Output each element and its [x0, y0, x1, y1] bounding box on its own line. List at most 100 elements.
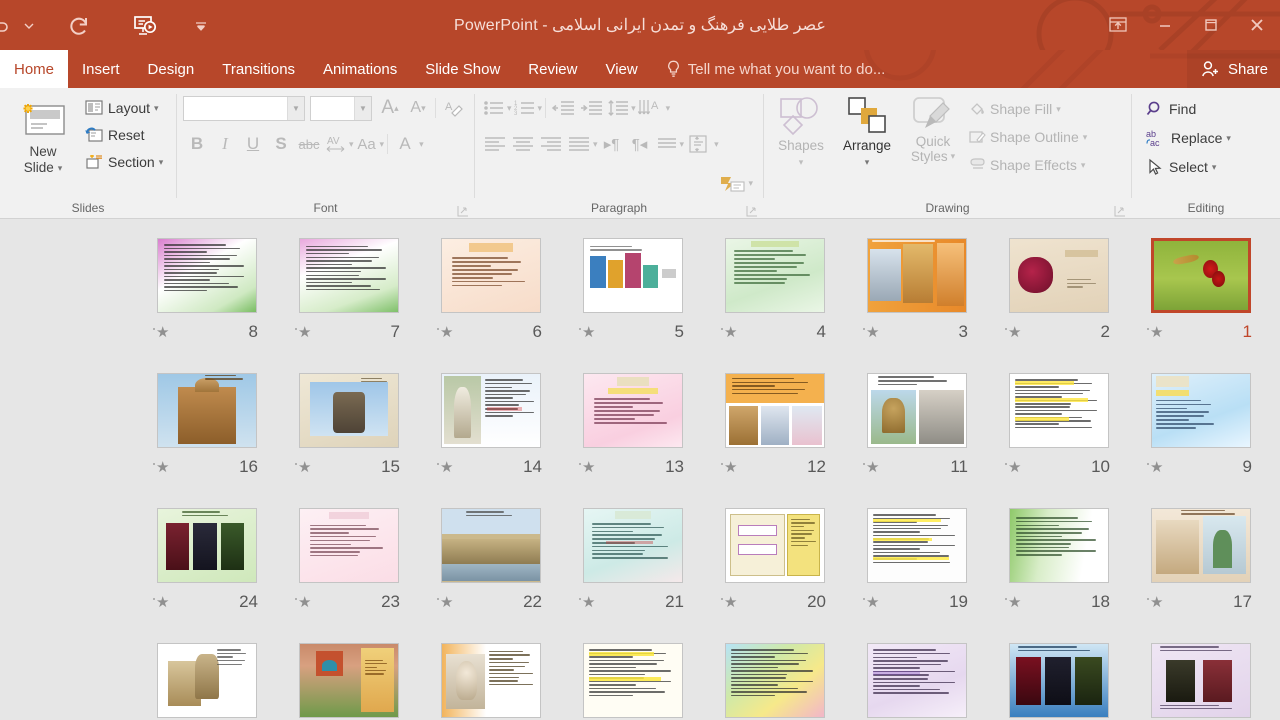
slide-preview[interactable] — [157, 237, 257, 313]
slide-preview[interactable] — [867, 507, 967, 583]
tab-transitions[interactable]: Transitions — [208, 50, 309, 88]
tab-review[interactable]: Review — [514, 50, 591, 88]
slide-preview[interactable] — [1151, 237, 1251, 313]
slide-thumbnail-29[interactable]: ★29 — [562, 636, 704, 719]
share-button[interactable]: Share — [1186, 50, 1280, 88]
animation-star-icon[interactable]: ★ — [578, 460, 595, 475]
slide-preview[interactable] — [1151, 642, 1251, 718]
slide-preview[interactable] — [1151, 372, 1251, 448]
animation-star-icon[interactable]: ★ — [1146, 460, 1163, 475]
select-caret-icon[interactable]: ▾ — [1212, 162, 1217, 173]
slide-thumbnail-11[interactable]: ★ 11 — [846, 366, 988, 501]
animation-star-icon[interactable]: ★ — [578, 595, 595, 610]
paragraph-dialog-launcher-icon[interactable] — [746, 205, 758, 217]
tab-animations[interactable]: Animations — [309, 50, 411, 88]
slide-thumbnail-5[interactable]: ★ 5 — [562, 231, 704, 366]
arrange-caret-icon[interactable]: ▾ — [865, 154, 870, 170]
slide-preview[interactable] — [583, 237, 683, 313]
slide-preview[interactable] — [299, 237, 399, 313]
animation-star-icon[interactable]: ★ — [720, 325, 737, 340]
slide-preview[interactable] — [725, 507, 825, 583]
slide-preview[interactable] — [725, 642, 825, 718]
restore-button[interactable] — [1188, 0, 1234, 50]
close-button[interactable] — [1234, 0, 1280, 50]
rtl-text-direction-button[interactable]: ¶◂ — [626, 130, 654, 158]
numbering-caret-icon[interactable]: ▾ — [538, 103, 543, 114]
align-text-caret-icon[interactable]: ▾ — [714, 139, 719, 150]
justify-button[interactable] — [565, 130, 593, 158]
slide-thumbnail-27[interactable]: ★27 — [846, 636, 988, 719]
change-case-button[interactable]: Aa — [354, 130, 380, 158]
slide-thumbnail-13[interactable]: ★ 13 — [562, 366, 704, 501]
numbering-button[interactable]: 123 — [512, 94, 538, 122]
slide-preview[interactable] — [867, 372, 967, 448]
replace-caret-icon[interactable]: ▾ — [1226, 133, 1231, 144]
slide-preview[interactable] — [441, 507, 541, 583]
tab-slide-show[interactable]: Slide Show — [411, 50, 514, 88]
animation-star-icon[interactable]: ★ — [720, 595, 737, 610]
slide-thumbnail-26[interactable]: ★26 — [988, 636, 1130, 719]
slide-thumbnail-20[interactable]: ★ 20 — [704, 501, 846, 636]
shape-outline-caret-icon[interactable]: ▾ — [1083, 132, 1088, 143]
align-center-button[interactable] — [509, 130, 537, 158]
font-name-caret-icon[interactable]: ▼ — [287, 96, 304, 120]
animation-star-icon[interactable]: ★ — [152, 595, 169, 610]
section-caret-icon[interactable]: ▾ — [159, 157, 164, 168]
slide-thumbnail-17[interactable]: ★ 17 — [1130, 501, 1272, 636]
slide-preview[interactable] — [583, 642, 683, 718]
ribbon-display-options-icon[interactable] — [1094, 0, 1142, 50]
slide-preview[interactable] — [299, 507, 399, 583]
align-right-button[interactable] — [537, 130, 565, 158]
animation-star-icon[interactable]: ★ — [152, 460, 169, 475]
slide-preview[interactable] — [157, 372, 257, 448]
animation-star-icon[interactable]: ★ — [294, 595, 311, 610]
decrease-font-size-button[interactable]: A ▾ — [404, 94, 432, 122]
window-controls[interactable] — [1094, 0, 1280, 50]
slide-preview[interactable] — [1151, 507, 1251, 583]
shapes-button[interactable]: Shapes ▾ — [770, 92, 832, 170]
slide-sorter-pane[interactable]: ★ 1 ★ 2 ★ 3 ★ 4 ★ 5 ★ 6 ★ 7 ★ 8 ★ 9 ★ 10 ★ 11 ★ 12 ★ 13 ★ 14 ★ 15 ★ 16 ★… — [0, 219, 1280, 719]
slide-thumbnail-22[interactable]: ★ 22 — [420, 501, 562, 636]
tab-design[interactable]: Design — [134, 50, 209, 88]
slide-thumbnail-16[interactable]: ★ 16 — [136, 366, 278, 501]
slide-thumbnail-7[interactable]: ★ 7 — [278, 231, 420, 366]
tab-insert[interactable]: Insert — [68, 50, 134, 88]
slide-preview[interactable] — [867, 237, 967, 313]
qat-overflow-caret-icon[interactable] — [18, 9, 40, 43]
arrange-button[interactable]: Arrange ▾ — [832, 92, 902, 170]
slide-preview[interactable] — [157, 642, 257, 718]
shape-effects-caret-icon[interactable]: ▾ — [1081, 160, 1086, 171]
slide-preview[interactable] — [441, 237, 541, 313]
increase-font-size-button[interactable]: A ▴ — [376, 94, 404, 122]
qat-customize-icon[interactable] — [190, 9, 212, 43]
animation-star-icon[interactable]: ★ — [436, 325, 453, 340]
quick-access-toolbar[interactable] — [0, 0, 212, 50]
section-button[interactable]: Section ▾ — [80, 149, 167, 175]
redo-icon[interactable] — [62, 9, 96, 43]
shape-fill-caret-icon[interactable]: ▾ — [1056, 104, 1061, 115]
bullets-button[interactable] — [481, 94, 507, 122]
animation-star-icon[interactable]: ★ — [1004, 325, 1021, 340]
align-text-button[interactable] — [684, 130, 714, 158]
animation-star-icon[interactable]: ★ — [294, 325, 311, 340]
slide-preview[interactable] — [1009, 372, 1109, 448]
slide-thumbnail-14[interactable]: ★ 14 — [420, 366, 562, 501]
animation-star-icon[interactable]: ★ — [1146, 325, 1163, 340]
reset-button[interactable]: Reset — [80, 122, 167, 148]
slide-thumbnail-28[interactable]: ★28 — [704, 636, 846, 719]
slide-preview[interactable] — [1009, 507, 1109, 583]
replace-button[interactable]: ab ac Replace ▾ — [1142, 125, 1235, 151]
animation-star-icon[interactable]: ★ — [152, 325, 169, 340]
font-size-combo[interactable]: ▼ — [310, 95, 372, 121]
slide-thumbnail-12[interactable]: ★ 12 — [704, 366, 846, 501]
slide-preview[interactable] — [157, 507, 257, 583]
slide-thumbnail-3[interactable]: ★ 3 — [846, 231, 988, 366]
slide-preview[interactable] — [725, 237, 825, 313]
find-button[interactable]: Find — [1142, 96, 1235, 122]
font-color-caret-icon[interactable]: ▾ — [419, 139, 424, 150]
slide-grid[interactable]: ★ 1 ★ 2 ★ 3 ★ 4 ★ 5 ★ 6 ★ 7 ★ 8 ★ 9 ★ 10 ★ 11 ★ 12 ★ 13 ★ 14 ★ 15 ★ 16 ★… — [0, 231, 1280, 719]
slide-thumbnail-32[interactable]: ★32 — [136, 636, 278, 719]
animation-star-icon[interactable]: ★ — [862, 325, 879, 340]
slide-thumbnail-18[interactable]: ★ 18 — [988, 501, 1130, 636]
tab-view[interactable]: View — [591, 50, 651, 88]
